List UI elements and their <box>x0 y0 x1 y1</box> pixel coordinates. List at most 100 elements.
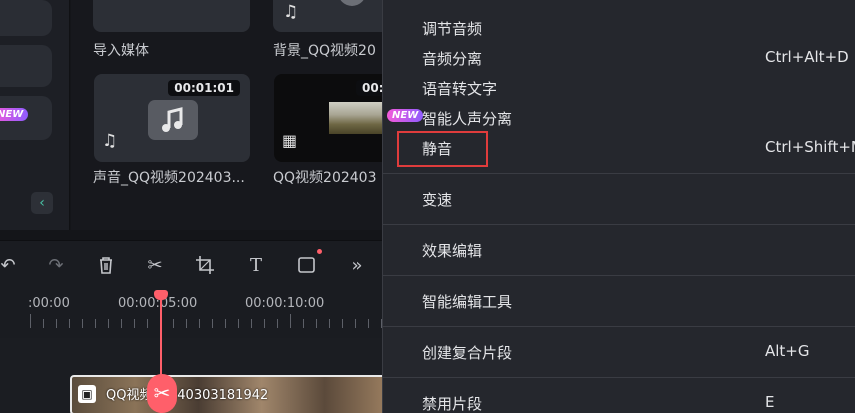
menu-item-label: 音频分离 <box>422 50 483 68</box>
music-note-icon: ♫ <box>102 131 118 151</box>
crop-icon <box>196 256 214 274</box>
menu-item-vocal-separation[interactable]: NEW 智能人声分离 <box>383 103 855 133</box>
media-thumb-audio[interactable]: 00:01:01 ♫ <box>94 74 250 162</box>
crop-button[interactable] <box>193 254 217 278</box>
ruler-tick <box>69 319 70 328</box>
new-badge: NEW <box>387 109 424 122</box>
ruler-label: :00:00 <box>28 296 70 311</box>
text-button[interactable]: T <box>244 254 268 278</box>
menu-item-smart-tools[interactable]: 智能编辑工具 <box>383 286 855 316</box>
media-thumb-bg[interactable]: ♫ <box>273 0 393 32</box>
ruler-tick <box>290 314 291 328</box>
menu-item-speed[interactable]: 变速 <box>383 184 855 214</box>
collapse-panel-button[interactable]: ‹ <box>31 192 53 214</box>
menu-item-disable-clip[interactable]: 禁用片段 E <box>383 388 855 413</box>
new-badge: NEW <box>0 108 29 121</box>
menu-item-label: 调节音频 <box>422 20 483 38</box>
menu-item-shortcut: Ctrl+Alt+D <box>765 48 849 66</box>
ruler-tick <box>30 314 31 328</box>
ruler-tick <box>121 319 122 328</box>
ruler-tick <box>82 319 83 328</box>
menu-divider <box>383 377 855 378</box>
split-button[interactable]: ✂ <box>143 254 167 278</box>
menu-item-label: 变速 <box>422 191 453 209</box>
duration-label: 00:01:01 <box>168 80 240 96</box>
menu-item-shortcut: Ctrl+Shift+M <box>765 138 855 156</box>
menu-item-speech-to-text[interactable]: 语音转文字 <box>383 73 855 103</box>
media-label: QQ视频202403 <box>273 170 377 186</box>
sidebar-card[interactable] <box>0 45 52 87</box>
ruler-tick <box>212 319 213 328</box>
delete-button[interactable] <box>94 254 118 278</box>
ruler-tick <box>134 319 135 328</box>
media-label: 声音_QQ视频202403... <box>93 170 245 186</box>
ruler-tick <box>186 319 187 328</box>
menu-divider <box>383 275 855 276</box>
menu-item-adjust-audio[interactable]: 调节音频 <box>383 13 855 43</box>
ruler-tick <box>225 319 226 328</box>
media-thumb-import[interactable] <box>93 0 250 32</box>
menu-item-label: 创建复合片段 <box>422 344 513 362</box>
undo-icon: ↶ <box>0 255 16 276</box>
media-library: 导入媒体 ♫ 背景_QQ视频20 00:01:01 ♫ 声音_QQ视频20240… <box>71 0 394 230</box>
menu-item-detach-audio[interactable]: 音频分离 Ctrl+Alt+D <box>383 43 855 73</box>
annotation-highlight <box>397 131 488 167</box>
menu-item-effect-edit[interactable]: 效果编辑 <box>383 235 855 265</box>
ruler-tick <box>147 319 148 328</box>
timeline-tracks: ▣ QQ视频20240303181942 <box>0 338 390 413</box>
menu-item-compound-clip[interactable]: 创建复合片段 Alt+G <box>383 337 855 367</box>
menu-item-shortcut: E <box>765 393 775 411</box>
media-thumb-video[interactable]: 00:0 ▦ <box>274 74 394 162</box>
ruler-tick <box>264 319 265 328</box>
context-menu: 调节音频 音频分离 Ctrl+Alt+D 语音转文字 NEW 智能人声分离 静音… <box>382 0 855 413</box>
audio-file-icon <box>148 100 198 140</box>
ruler-tick <box>368 319 369 328</box>
ruler-label: 00:00:10:00 <box>245 296 325 311</box>
timeline-toolbar: ↶ ↷ ✂ T » <box>0 240 383 290</box>
sidebar-card[interactable]: NEW <box>0 96 52 140</box>
film-icon: ▦ <box>282 131 298 150</box>
chevron-left-icon: ‹ <box>39 195 45 211</box>
square-icon <box>298 257 315 273</box>
media-label: 背景_QQ视频20 <box>273 43 376 59</box>
ruler-tick <box>303 319 304 328</box>
timeline-ruler[interactable]: :00:00 00:00:05:00 00:00:10:00 <box>0 290 383 338</box>
menu-divider <box>383 326 855 327</box>
menu-divider <box>383 224 855 225</box>
video-clip[interactable]: ▣ QQ视频20240303181942 <box>70 375 390 413</box>
music-note-icon: ♫ <box>283 2 299 22</box>
ruler-tick <box>238 319 239 328</box>
media-label: 导入媒体 <box>93 43 149 59</box>
ruler-tick <box>108 319 109 328</box>
notification-dot <box>317 249 322 254</box>
menu-item-label: 智能人声分离 <box>422 110 513 128</box>
ruler-tick <box>199 319 200 328</box>
split-at-playhead-button[interactable]: ✂ <box>147 374 177 413</box>
ruler-tick <box>342 319 343 328</box>
redo-button[interactable]: ↷ <box>44 254 68 278</box>
redo-icon: ↷ <box>48 255 64 276</box>
clip-title: QQ视频20240303181942 <box>106 388 269 403</box>
ruler-tick <box>316 319 317 328</box>
ruler-tick <box>173 319 174 328</box>
audio-art <box>338 0 366 6</box>
double-chevron-right-icon: » <box>351 255 363 276</box>
sidebar-card[interactable] <box>0 0 52 36</box>
ruler-tick <box>277 319 278 328</box>
ruler-tick <box>355 319 356 328</box>
ruler-tick <box>56 319 57 328</box>
trash-icon <box>100 257 112 274</box>
ruler-tick <box>95 319 96 328</box>
menu-item-label: 语音转文字 <box>422 80 498 98</box>
ruler-tick <box>329 319 330 328</box>
menu-item-shortcut: Alt+G <box>765 342 810 360</box>
text-icon: T <box>249 255 262 276</box>
menu-item-label: 效果编辑 <box>422 242 483 260</box>
more-tools-button[interactable]: » <box>345 254 369 278</box>
shape-button[interactable] <box>295 249 322 278</box>
playhead-handle[interactable] <box>154 290 168 300</box>
undo-button[interactable]: ↶ <box>0 254 20 278</box>
menu-divider <box>383 173 855 174</box>
ruler-tick <box>43 319 44 328</box>
menu-item-label: 智能编辑工具 <box>422 293 513 311</box>
